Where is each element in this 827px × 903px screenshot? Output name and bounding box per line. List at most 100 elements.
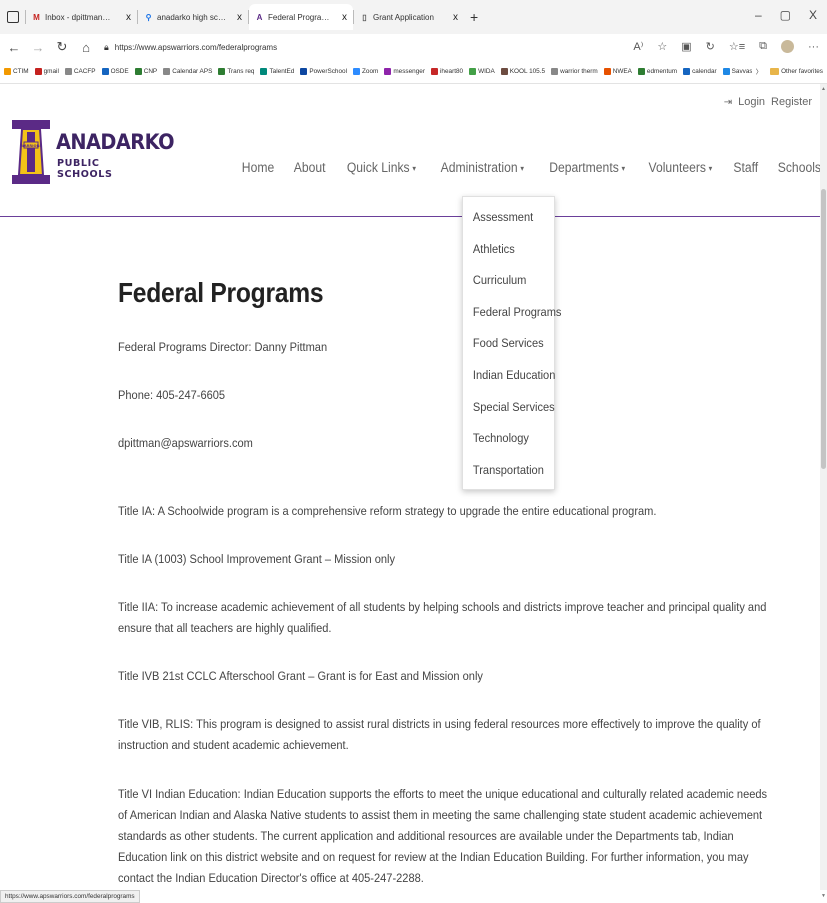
favorite-link[interactable]: warrior therm [551, 68, 598, 75]
favorite-link[interactable]: Savvas [722, 68, 753, 75]
dropdown-item-transportation[interactable]: Transportation [463, 463, 545, 495]
nav-item-label: Home [241, 160, 275, 175]
favorite-link[interactable]: calendar [683, 68, 717, 75]
window-controls: – ▢ X [755, 8, 817, 22]
favorite-link[interactable]: iheart80 [430, 68, 463, 75]
nav-item-staff[interactable]: Staff [726, 160, 765, 175]
star-icon[interactable]: ☆ [657, 40, 667, 53]
scroll-down-arrow-icon[interactable]: ▼ [821, 893, 826, 899]
favorite-link[interactable]: Zoom [353, 68, 378, 75]
nav-item-home[interactable]: Home [235, 160, 282, 175]
close-window-button[interactable]: X [809, 8, 817, 22]
favorite-link[interactable]: Trans req [218, 68, 254, 75]
nav-item-schools[interactable]: Schools▾ [771, 160, 820, 175]
nav-item-administration[interactable]: Administration ▾ [434, 160, 532, 175]
favorite-icon [260, 68, 268, 75]
browser-tab-bar: M Inbox - dpittman@apswarriors.c x ⚲ anadark… [0, 0, 827, 34]
favorite-link[interactable]: messenger [384, 68, 425, 75]
nav-item-quick-links[interactable]: Quick Links ▾ [340, 160, 424, 175]
close-tab-icon[interactable]: x [233, 12, 242, 23]
dropdown-item-special-services[interactable]: Special Services [463, 400, 555, 432]
favorite-icon [722, 68, 730, 75]
url-field[interactable]: 🔒︎ https://www.apswarriors.com/federalpr… [104, 42, 277, 53]
caret-down-icon: ▾ [520, 164, 525, 173]
page-scrollbar[interactable] [820, 84, 827, 890]
read-aloud-icon[interactable]: A⁾ [633, 40, 643, 53]
profile-avatar[interactable] [781, 40, 794, 53]
nav-item-departments[interactable]: Departments ▾ [542, 160, 632, 175]
logo-subtitle: PUBLIC SCHOOLS [57, 158, 113, 180]
nav-item-label: Departments [548, 160, 619, 175]
paragraph-title-vib: Title VIB, RLIS: This program is designe… [118, 717, 761, 752]
more-icon[interactable]: ··· [808, 41, 819, 53]
login-link[interactable]: Login [738, 96, 765, 108]
lock-icon: 🔒︎ [104, 41, 109, 52]
favorite-link[interactable]: PowerSchool [300, 68, 347, 75]
dropdown-item-curriculum[interactable]: Curriculum [463, 273, 545, 305]
browser-tab[interactable]: ⚲ anadarko high school anadarko x [138, 4, 248, 30]
scroll-up-arrow-icon[interactable]: ▲ [821, 86, 826, 92]
home-icon[interactable]: ⌂ [76, 40, 96, 55]
favorite-link[interactable]: edmentum [637, 68, 677, 75]
favorite-link[interactable]: WIDA [469, 68, 495, 75]
favorite-link[interactable]: gmail [34, 68, 59, 75]
refresh-icon[interactable]: ↻ [52, 39, 72, 55]
dropdown-item-assessment[interactable]: Assessment [463, 210, 545, 242]
chevron-right-icon[interactable]: 〉 [756, 67, 762, 76]
forward-arrow-icon[interactable]: → [28, 40, 48, 55]
back-arrow-icon[interactable]: ← [4, 40, 24, 55]
paragraph-title-iia: Title IIA: To increase academic achievem… [118, 600, 767, 635]
favorite-link[interactable]: Calendar APS [163, 68, 212, 75]
site-logo[interactable]: WARRIORS ANADARKO PUBLIC SCHOOLS [10, 118, 175, 188]
paragraph-title-ivb: Title IVB 21st CCLC Afterschool Grant – … [118, 669, 483, 683]
extension-icon[interactable]: ▣ [681, 40, 691, 53]
dropdown-item-athletics[interactable]: Athletics [463, 242, 545, 274]
tab-actions-icon[interactable] [7, 11, 19, 23]
user-links: ⇥ Login Register [724, 96, 812, 108]
maximize-button[interactable]: ▢ [780, 8, 791, 22]
close-tab-icon[interactable]: x [122, 12, 131, 23]
favorite-link[interactable]: OSDE [101, 68, 129, 75]
favorite-icon [101, 68, 109, 75]
favorite-link[interactable]: KOOL 105.5 [500, 68, 545, 75]
favorite-link[interactable]: CTIM [4, 68, 29, 75]
close-tab-icon[interactable]: x [338, 12, 347, 23]
favorite-label: OSDE [110, 68, 129, 75]
tab-strip: M Inbox - dpittman@apswarriors.c x ⚲ anadark… [26, 4, 464, 30]
browser-tab[interactable]: ▯ Grant Application x [354, 4, 464, 30]
favorite-label: gmail [43, 68, 59, 75]
scroll-thumb[interactable] [821, 189, 826, 469]
collections-icon[interactable]: ⧉ [759, 40, 767, 53]
dropdown-item-federal-programs[interactable]: Federal Programs [463, 305, 562, 337]
favorite-icon [4, 68, 11, 75]
register-link[interactable]: Register [771, 96, 812, 108]
nav-item-about[interactable]: About [287, 160, 333, 175]
browser-tab[interactable]: M Inbox - dpittman@apswarriors.c x [26, 4, 137, 30]
favorite-link[interactable]: NWEA [603, 68, 632, 75]
address-bar: ← → ↻ ⌂ 🔒︎ https://www.apswarriors.com/f… [0, 34, 827, 60]
favorite-link[interactable]: CNP [134, 68, 157, 75]
login-icon: ⇥ [723, 96, 733, 108]
favorite-label: CTIM [13, 68, 29, 75]
favorite-label: Calendar APS [172, 68, 213, 75]
favorite-icon [603, 68, 611, 75]
dropdown-item-food-services[interactable]: Food Services [463, 336, 545, 368]
minimize-button[interactable]: – [755, 8, 762, 22]
refresh-extension-icon[interactable]: ↻ [706, 40, 715, 53]
dropdown-item-indian-education[interactable]: Indian Education [463, 368, 555, 400]
tab-title: Federal Programs - Anadarko Pu [268, 12, 334, 22]
other-favorites[interactable]: Other favorites [770, 68, 823, 75]
favorite-icon [500, 68, 508, 75]
browser-tab[interactable]: A Federal Programs - Anadarko Pu x [249, 4, 353, 30]
nav-item-volunteers[interactable]: Volunteers ▾ [641, 160, 719, 175]
nav-item-label: Schools [778, 160, 820, 175]
favorite-icon [34, 68, 42, 75]
favorites-overflow: 〉 Other favorites [751, 67, 823, 76]
close-tab-icon[interactable]: x [449, 12, 458, 23]
new-tab-button[interactable]: + [470, 9, 478, 25]
favorite-link[interactable]: CACFP [64, 68, 96, 75]
nav-item-label: Staff [733, 160, 758, 175]
dropdown-item-technology[interactable]: Technology [463, 431, 545, 463]
favorites-icon[interactable]: ☆≡ [729, 40, 745, 53]
favorite-link[interactable]: TalentEd [260, 68, 294, 75]
